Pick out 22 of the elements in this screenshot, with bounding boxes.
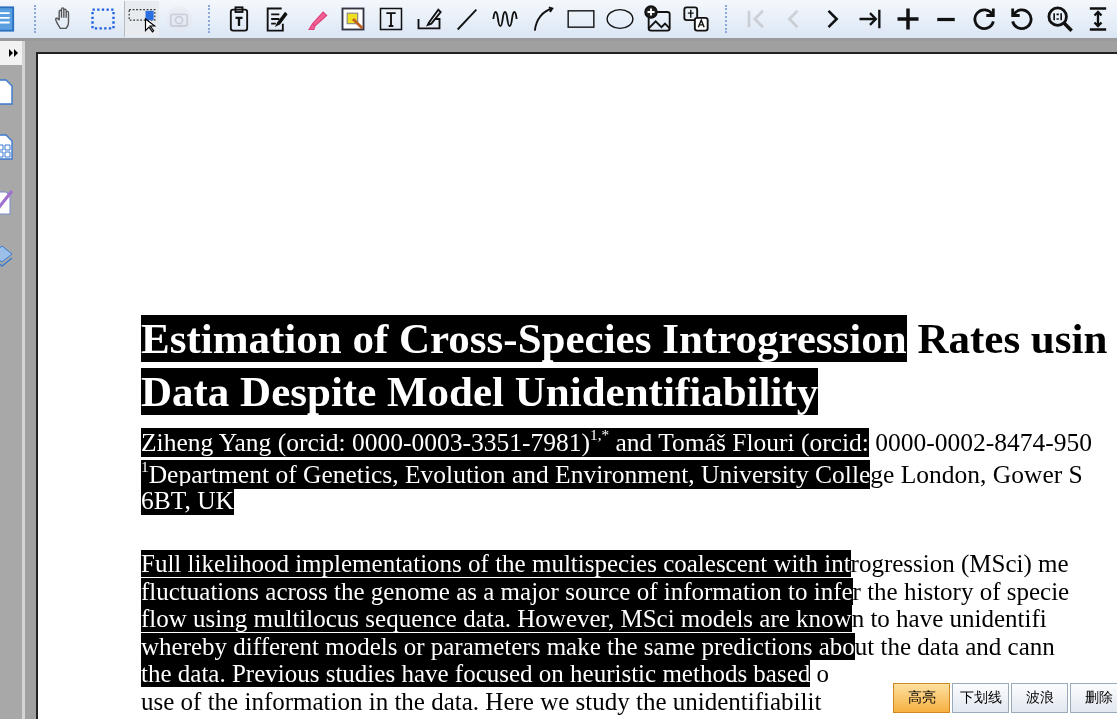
abstract-text: the data. Previous studies have focused on heuristic methods based — [141, 660, 811, 688]
annotation-style-button[interactable]: 高亮 — [893, 683, 950, 713]
title-text: Rates usin — [916, 315, 1108, 362]
annotation-style-button[interactable]: 波浪 — [1011, 683, 1068, 713]
abstract-text: o — [815, 660, 830, 688]
affiliation-text: 6BT, UK — [141, 486, 235, 515]
author-text: 0000-0002-8474-950 — [874, 428, 1093, 457]
affiliation-text: ge London, Gower S — [870, 460, 1083, 489]
annotation-style-button[interactable]: 下划线 — [952, 683, 1009, 713]
title-text: Data Despite Model Unidentifiability — [141, 368, 819, 415]
title-text: Estimation of Cross-Species Introgression — [141, 315, 907, 362]
annotation-style-button[interactable]: 删除 — [1070, 683, 1117, 713]
abstract-text: flow using multilocus sequence data. However, MSci models are know — [141, 605, 852, 633]
abstract-text: Full likelihood implementations of the multispecies coalescent with int — [141, 550, 851, 577]
abstract-text: fluctuations across the genome as a major source of information to infe — [141, 577, 853, 605]
abstract-text: whereby different models or parameters make the same predictions abo — [141, 632, 855, 660]
abstract-text: ut the data and cann — [854, 632, 1055, 660]
abstract-text: use of the information in the data. Here we study the unidentifiabilit — [141, 687, 822, 715]
expand-icon[interactable] — [9, 49, 19, 57]
abstract-text: r the history of specie — [852, 577, 1070, 605]
affiliation-text: $^{1}$Department of Genetics, Evolution and Environment, University Colle — [141, 460, 871, 489]
author-text: Ziheng Yang (orcid: 0000-0003-3351-7981)$^{1,*}$ and Tomáš Flouri (orcid: — [141, 428, 869, 457]
